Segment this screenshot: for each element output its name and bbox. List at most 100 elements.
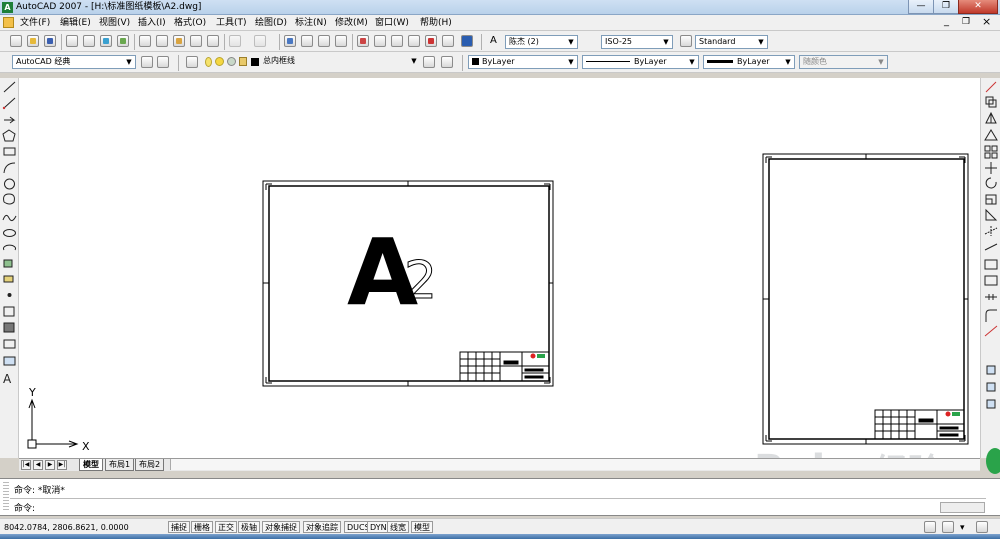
table-style-select[interactable]: Standard ▼: [695, 35, 768, 49]
layer-vp-thaw-icon[interactable]: [227, 57, 236, 66]
menu-format[interactable]: 格式(O): [174, 16, 206, 30]
horizontal-scrollbar[interactable]: [170, 459, 980, 470]
table-style-icon: [680, 35, 692, 47]
dim-style-select[interactable]: ISO-25 ▼: [601, 35, 673, 49]
menu-help[interactable]: 帮助(H): [420, 16, 452, 30]
prev-tab-button[interactable]: ◀: [33, 460, 43, 470]
tab-layout2[interactable]: 布局2: [135, 459, 165, 471]
document-icon[interactable]: [3, 17, 14, 28]
make-object-layer-current-icon[interactable]: [423, 56, 435, 68]
otrack-toggle[interactable]: 对象追踪: [303, 521, 341, 533]
drawing-canvas[interactable]: A 2 Y X: [19, 78, 980, 458]
tool-palettes-icon[interactable]: [391, 35, 403, 47]
sheet-set-icon[interactable]: [408, 35, 420, 47]
first-tab-button[interactable]: |◀: [21, 460, 31, 470]
pan-icon[interactable]: [284, 35, 296, 47]
command-window-grip[interactable]: [3, 482, 9, 512]
match-properties-icon[interactable]: [190, 35, 202, 47]
color-select[interactable]: ByLayer ▼: [468, 55, 578, 69]
window-title: AutoCAD 2007 - [H:\标准图纸模板\A2.dwg]: [16, 2, 202, 12]
help-icon[interactable]: [461, 35, 473, 47]
modify-toolbar: [980, 78, 1000, 458]
lineweight-select[interactable]: ByLayer ▼: [703, 55, 795, 69]
copy-icon[interactable]: [156, 35, 168, 47]
ucs-x-label: X: [82, 440, 90, 453]
3d-dwf-icon[interactable]: [117, 35, 129, 47]
open-file-icon[interactable]: [27, 35, 39, 47]
paste-icon[interactable]: [173, 35, 185, 47]
linetype-preview: [586, 61, 630, 62]
text-style-icon: A: [490, 35, 497, 46]
cut-icon[interactable]: [139, 35, 151, 47]
plotstyle-select[interactable]: 随颜色 ▼: [799, 55, 888, 69]
ucs-icon: [27, 398, 79, 449]
zoom-window-icon[interactable]: [318, 35, 330, 47]
print-icon[interactable]: [66, 35, 78, 47]
close-window-button[interactable]: ✕: [958, 0, 998, 14]
last-tab-button[interactable]: ▶|: [57, 460, 67, 470]
layer-manager-icon[interactable]: [186, 56, 198, 68]
new-file-icon[interactable]: [10, 35, 22, 47]
next-tab-button[interactable]: ▶: [45, 460, 55, 470]
model-toggle[interactable]: 模型: [411, 521, 433, 533]
linetype-select[interactable]: ByLayer ▼: [582, 55, 699, 69]
dim-style-icon: [586, 35, 598, 47]
svg-text:Bai: Bai: [754, 447, 825, 458]
calculator-icon[interactable]: [442, 35, 454, 47]
menu-edit[interactable]: 编辑(E): [60, 16, 91, 30]
osnap-toggle[interactable]: 对象捕捉: [262, 521, 300, 533]
command-prompt[interactable]: 命令:: [14, 501, 35, 514]
communication-center-icon[interactable]: [924, 521, 936, 533]
menu-window[interactable]: 窗口(W): [375, 16, 409, 30]
layer-unlock-icon[interactable]: [239, 57, 247, 66]
lock-toolbar-icon[interactable]: [942, 521, 954, 533]
layer-on-bulb-icon[interactable]: [205, 57, 212, 67]
ortho-toggle[interactable]: 正交: [215, 521, 237, 533]
undo-icon[interactable]: [229, 35, 241, 47]
minimize-window-button[interactable]: —: [908, 0, 934, 14]
redo-icon[interactable]: [254, 35, 266, 47]
coordinate-readout[interactable]: 8042.0784, 2806.8621, 0.0000: [4, 522, 129, 533]
menu-tools[interactable]: 工具(T): [216, 16, 247, 30]
menu-modify[interactable]: 修改(M): [335, 16, 368, 30]
draw-toolbar: A: [0, 78, 19, 458]
layer-select[interactable]: 总内框线 ▼: [260, 55, 420, 69]
layer-previous-icon[interactable]: [441, 56, 453, 68]
command-scrollbar[interactable]: [940, 502, 985, 513]
restore-window-button[interactable]: ❐: [933, 0, 959, 14]
design-center-icon[interactable]: [374, 35, 386, 47]
publish-icon[interactable]: [100, 35, 112, 47]
mdi-restore-button[interactable]: ❐: [962, 17, 970, 27]
menu-file[interactable]: 文件(F): [20, 16, 50, 30]
layer-thaw-sun-icon[interactable]: [215, 57, 224, 66]
clean-screen-icon[interactable]: [976, 521, 988, 533]
grid-toggle[interactable]: 栅格: [191, 521, 213, 533]
workspace-select[interactable]: AutoCAD 经典 ▼: [12, 55, 136, 69]
floating-green-badge[interactable]: [986, 448, 1000, 474]
tab-layout1[interactable]: 布局1: [105, 459, 135, 471]
snap-toggle[interactable]: 捕捉: [168, 521, 190, 533]
save-icon[interactable]: [44, 35, 56, 47]
markup-icon[interactable]: [425, 35, 437, 47]
menu-draw[interactable]: 绘图(D): [255, 16, 287, 30]
menu-view[interactable]: 视图(V): [99, 16, 130, 30]
portrait-title-block-red-logo: [945, 411, 951, 417]
properties-icon[interactable]: [357, 35, 369, 47]
polar-toggle[interactable]: 极轴: [238, 521, 260, 533]
save-workspace-icon[interactable]: [157, 56, 169, 68]
svg-text:A: A: [3, 372, 12, 386]
menu-dimension[interactable]: 标注(N): [295, 16, 327, 30]
lineweight-toggle[interactable]: 线宽: [387, 521, 409, 533]
print-preview-icon[interactable]: [83, 35, 95, 47]
block-editor-icon[interactable]: [207, 35, 219, 47]
menu-insert[interactable]: 插入(I): [138, 16, 166, 30]
mdi-minimize-button[interactable]: _: [944, 16, 949, 27]
title-bar: A AutoCAD 2007 - [H:\标准图纸模板\A2.dwg] — ❐ …: [0, 0, 1000, 15]
workspace-settings-icon[interactable]: [141, 56, 153, 68]
zoom-previous-icon[interactable]: [335, 35, 347, 47]
text-style-select[interactable]: 陈杰 (2) ▼: [505, 35, 578, 49]
mdi-close-button[interactable]: ×: [982, 15, 991, 28]
tab-model[interactable]: 模型: [79, 459, 103, 471]
status-menu-arrow-icon[interactable]: ▾: [960, 523, 965, 533]
zoom-realtime-icon[interactable]: [301, 35, 313, 47]
